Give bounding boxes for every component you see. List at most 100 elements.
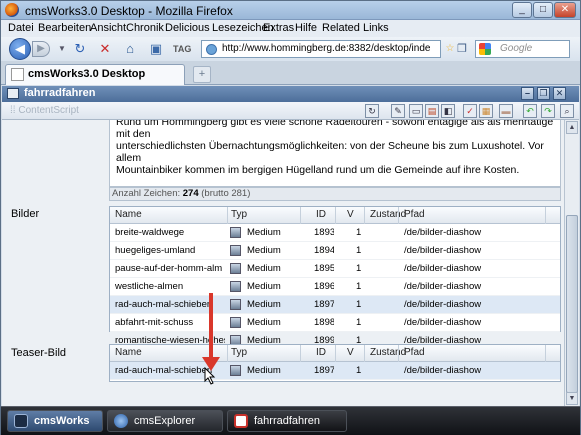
search-input[interactable]: Google bbox=[475, 40, 570, 58]
document-icon bbox=[7, 88, 19, 99]
menu-bearbeiten[interactable]: Bearbeiten bbox=[38, 22, 91, 34]
cell-v: 1 bbox=[356, 365, 362, 376]
cell-id: 1895 bbox=[314, 263, 334, 274]
stop-icon[interactable]: ✕ bbox=[96, 40, 114, 58]
description-textarea[interactable]: Rund um Hommingberg gibt es viele schöne… bbox=[109, 120, 561, 187]
content-script-label[interactable]: ⁞⁞ ContentScript bbox=[10, 105, 79, 116]
menu-delicious[interactable]: Delicious bbox=[165, 22, 210, 34]
col-pfad[interactable]: Pfad bbox=[404, 347, 425, 358]
charcount-brutto: (brutto 281) bbox=[201, 188, 251, 199]
window-icon[interactable]: ▭ bbox=[409, 104, 423, 118]
table-row[interactable]: huegeliges-umland Medium 1894 1/de/bilder-d… bbox=[110, 242, 560, 260]
tag-icon[interactable]: TAG bbox=[173, 40, 191, 58]
home-icon[interactable]: ⌂ bbox=[121, 40, 139, 58]
table-row[interactable]: rad-auch-mal-schieben Medium 1897 1/de/bild… bbox=[110, 296, 560, 314]
cell-name: pause-auf-der-homm-alm bbox=[115, 263, 223, 274]
cell-pfad: /de/bilder-diashow bbox=[404, 317, 482, 328]
vertical-scrollbar[interactable]: ▲ ▼ bbox=[564, 120, 579, 406]
grid-header: Name Typ ID V Zustand Pfad bbox=[110, 207, 560, 224]
table-row[interactable]: rad-auch-mal-schieben Medium 1897 1/de/bild… bbox=[110, 362, 560, 380]
cell-v: 1 bbox=[356, 245, 362, 256]
doc-restore-button[interactable]: ❐ bbox=[537, 87, 550, 100]
col-name[interactable]: Name bbox=[115, 209, 142, 220]
new-tab-button[interactable]: + bbox=[193, 66, 211, 83]
col-name[interactable]: Name bbox=[115, 347, 142, 358]
col-typ[interactable]: Typ bbox=[231, 209, 247, 220]
doc-minimize-button[interactable]: – bbox=[521, 87, 534, 100]
preview-icon[interactable]: ◧ bbox=[441, 104, 455, 118]
col-typ[interactable]: Typ bbox=[231, 347, 247, 358]
tab-cmsworks[interactable]: cmsWorks3.0 Desktop bbox=[5, 64, 185, 85]
col-zustand[interactable]: Zustand bbox=[370, 347, 406, 358]
back-button[interactable]: ◀ bbox=[9, 38, 31, 60]
table-row[interactable]: abfahrt-mit-schuss Medium 1898 1/de/bilder-… bbox=[110, 314, 560, 332]
maximize-button[interactable]: □ bbox=[533, 2, 553, 18]
browser-window: cmsWorks3.0 Desktop - Mozilla Firefox _ … bbox=[0, 0, 581, 435]
history-dropdown-icon[interactable]: ▼ bbox=[53, 40, 71, 58]
forward-button[interactable]: ▶ bbox=[32, 41, 50, 57]
minimize-button[interactable]: _ bbox=[512, 2, 532, 18]
cmsworks-icon bbox=[14, 414, 28, 428]
menu-datei[interactable]: Datei bbox=[8, 22, 34, 34]
character-count: Anzahl Zeichen: 274 (brutto 281) bbox=[109, 187, 561, 201]
scroll-thumb[interactable] bbox=[566, 215, 578, 393]
doc-close-button[interactable]: ✕ bbox=[553, 87, 566, 100]
table-row[interactable]: westliche-almen Medium 1896 1/de/bilder-dia… bbox=[110, 278, 560, 296]
scroll-up-icon[interactable]: ▲ bbox=[566, 121, 578, 134]
taskbar-cmsexplorer-button[interactable]: cmsExplorer bbox=[107, 410, 223, 432]
taskbar: cmsWorks cmsExplorer fahrradfahren bbox=[1, 406, 580, 435]
table-row[interactable]: pause-auf-der-homm-alm Medium 1895 1/de/bil… bbox=[110, 260, 560, 278]
col-v[interactable]: V bbox=[347, 347, 354, 358]
col-id[interactable]: ID bbox=[316, 347, 326, 358]
col-pfad[interactable]: Pfad bbox=[404, 209, 425, 220]
cell-typ: Medium bbox=[247, 299, 281, 310]
url-bar[interactable]: http://www.hommingberg.de:8382/desktop/i… bbox=[201, 40, 441, 58]
col-zustand[interactable]: Zustand bbox=[370, 209, 406, 220]
cell-pfad: /de/bilder-diashow bbox=[404, 281, 482, 292]
close-button[interactable]: ✕ bbox=[554, 2, 576, 18]
image-thumbnail-icon bbox=[230, 317, 241, 328]
image-thumbnail-icon bbox=[230, 227, 241, 238]
cell-pfad: /de/bilder-diashow bbox=[404, 299, 482, 310]
zoom-icon[interactable]: ⌕ bbox=[560, 104, 574, 118]
redo-icon[interactable]: ↷ bbox=[541, 104, 555, 118]
folder-open-icon[interactable]: ▬ bbox=[499, 104, 513, 118]
menu-ansicht[interactable]: Ansicht bbox=[90, 22, 126, 34]
site-identity-icon[interactable] bbox=[206, 44, 217, 55]
col-id[interactable]: ID bbox=[316, 209, 326, 220]
bookmark-page-icon[interactable]: ▣ bbox=[147, 40, 165, 58]
menu-hilfe[interactable]: Hilfe bbox=[295, 22, 317, 34]
taskbar-fahrradfahren-button[interactable]: fahrradfahren bbox=[227, 410, 347, 432]
tabs-overview-icon[interactable]: ❐ bbox=[453, 40, 471, 58]
scroll-down-icon[interactable]: ▼ bbox=[566, 392, 578, 405]
charcount-value: 274 bbox=[182, 188, 199, 199]
cell-id: 1897 bbox=[314, 365, 334, 376]
cell-id: 1896 bbox=[314, 281, 334, 292]
print-icon[interactable]: ▤ bbox=[425, 104, 439, 118]
google-icon[interactable] bbox=[479, 43, 491, 55]
cell-id: 1893 bbox=[314, 227, 334, 238]
menu-extras[interactable]: Extras bbox=[263, 22, 294, 34]
taskbar-cms-label: cmsWorks bbox=[34, 415, 90, 427]
firefox-icon bbox=[5, 3, 19, 17]
taskbar-cmsworks-button[interactable]: cmsWorks bbox=[7, 410, 103, 432]
table-row[interactable]: breite-waldwege Medium 1893 1/de/bilder-dia… bbox=[110, 224, 560, 242]
refresh-icon[interactable]: ↻ bbox=[365, 104, 379, 118]
tab-label: cmsWorks3.0 Desktop bbox=[28, 68, 146, 80]
bilder-grid: Name Typ ID V Zustand Pfad breite-waldwe… bbox=[109, 206, 561, 350]
menu-related-links[interactable]: Related Links bbox=[322, 22, 389, 34]
text-line: unterschiedlichsten Übernachtungsmöglich… bbox=[116, 140, 544, 164]
reload-icon[interactable]: ↻ bbox=[71, 40, 89, 58]
field-label-bilder: Bilder bbox=[11, 208, 40, 220]
cell-typ: Medium bbox=[247, 227, 281, 238]
cell-pfad: /de/bilder-diashow bbox=[404, 263, 482, 274]
col-v[interactable]: V bbox=[347, 209, 354, 220]
edit-icon[interactable]: ✎ bbox=[391, 104, 405, 118]
url-text: http://www.hommingberg.de:8382/desktop/i… bbox=[222, 43, 431, 54]
cell-typ: Medium bbox=[247, 245, 281, 256]
undo-icon[interactable]: ↶ bbox=[523, 104, 537, 118]
check-icon[interactable]: ✓ bbox=[463, 104, 477, 118]
folder-icon[interactable]: ▦ bbox=[479, 104, 493, 118]
menu-chronik[interactable]: Chronik bbox=[126, 22, 164, 34]
document-window-header: fahrradfahren – ❐ ✕ bbox=[2, 86, 579, 102]
